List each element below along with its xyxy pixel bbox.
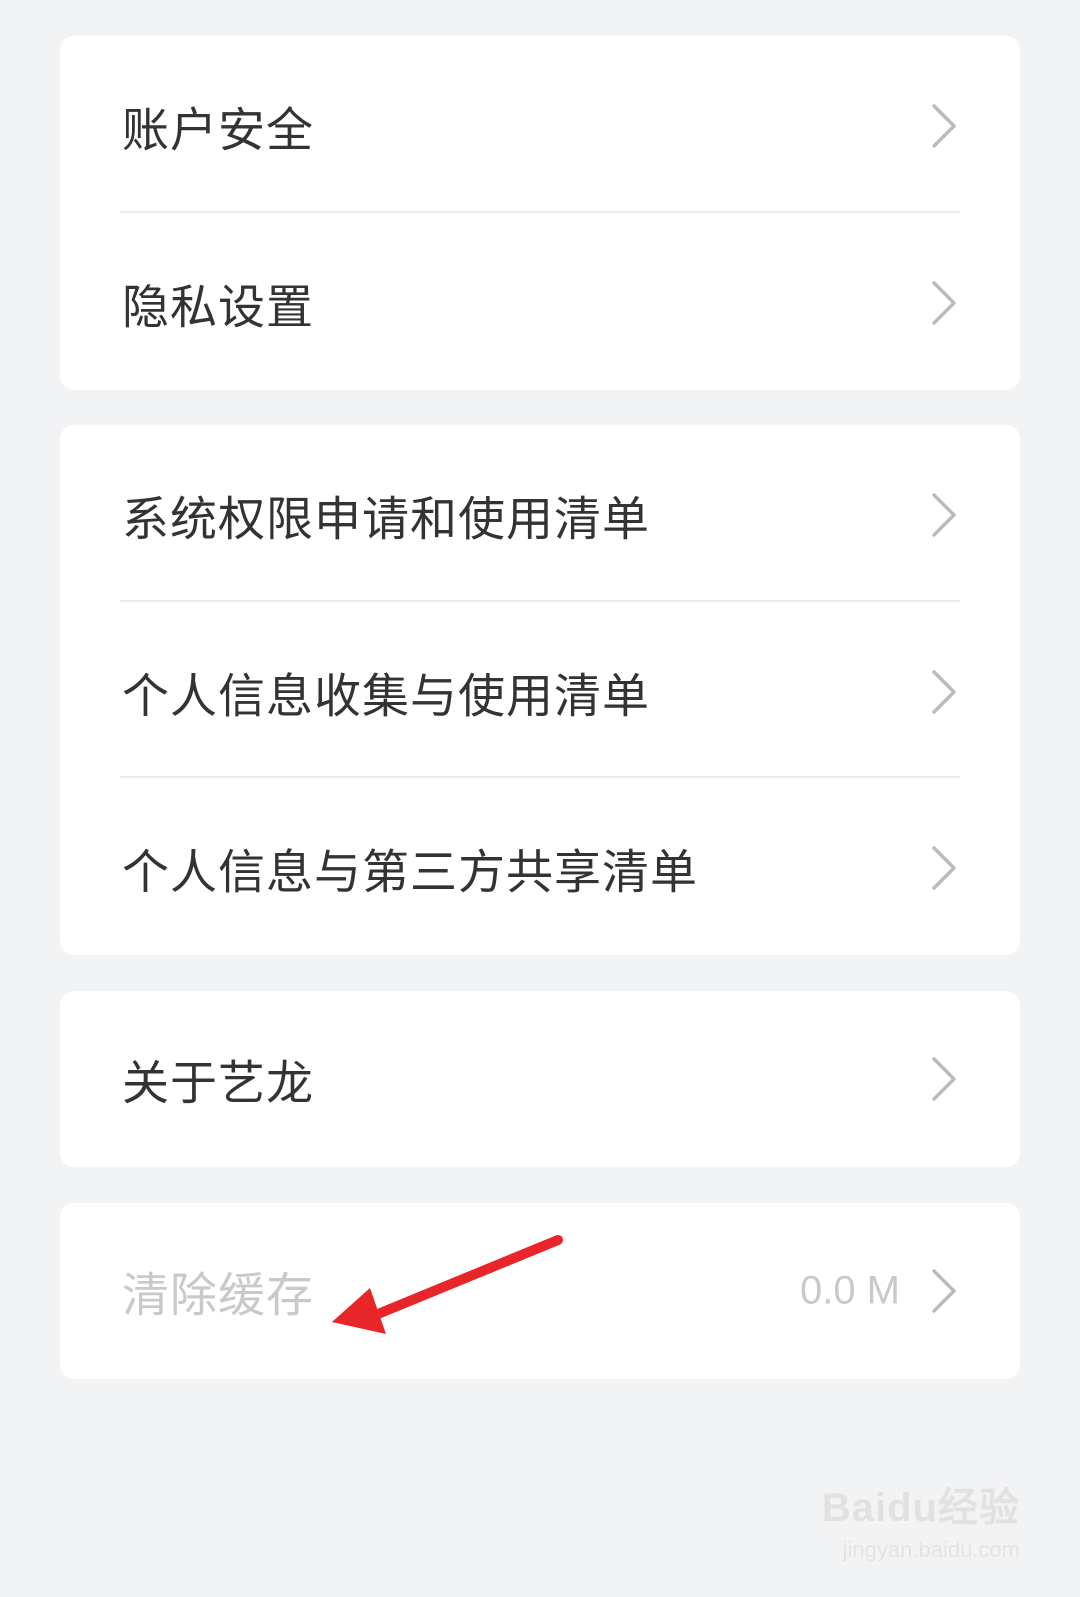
watermark-url: jingyan.baidu.com — [842, 1537, 1020, 1562]
baidu-jingyan-watermark: Baidu经验 jingyan.baidu.com — [820, 1475, 1020, 1563]
chevron-right-icon — [932, 281, 956, 325]
settings-item-about[interactable]: 关于艺龙 — [60, 991, 1020, 1167]
settings-item-label: 个人信息与第三方共享清单 — [122, 845, 698, 901]
settings-item-third-party-sharing-list[interactable]: 个人信息与第三方共享清单 — [60, 778, 1020, 955]
chevron-right-icon — [932, 493, 956, 537]
settings-item-label: 账户安全 — [122, 103, 314, 159]
settings-item-system-permission-list[interactable]: 系统权限申请和使用清单 — [60, 425, 1020, 605]
watermark-logo: Baidu经验 — [821, 1486, 1020, 1530]
red-arrow-annotation — [332, 1235, 563, 1334]
settings-item-label: 隐私设置 — [122, 280, 314, 336]
settings-item-label: 个人信息收集与使用清单 — [122, 669, 650, 725]
settings-item-personal-info-collection-list[interactable]: 个人信息收集与使用清单 — [60, 602, 1020, 782]
settings-item-label: 清除缓存 — [122, 1268, 314, 1324]
settings-group-security: 账户安全 隐私设置 — [60, 36, 1020, 390]
chevron-right-icon — [932, 846, 956, 890]
chevron-right-icon — [932, 1269, 956, 1313]
chevron-right-icon — [932, 104, 956, 148]
settings-item-account-security[interactable]: 账户安全 — [60, 36, 1020, 216]
settings-group-about: 关于艺龙 — [60, 991, 1020, 1167]
settings-item-label: 系统权限申请和使用清单 — [122, 492, 650, 548]
cache-size-value: 0.0 M — [799, 1268, 900, 1313]
chevron-right-icon — [932, 1057, 956, 1101]
chevron-right-icon — [932, 670, 956, 714]
settings-item-privacy-settings[interactable]: 隐私设置 — [60, 213, 1020, 390]
settings-group-privacy-lists: 系统权限申请和使用清单 个人信息收集与使用清单 个人信息与第三方共享清单 — [60, 425, 1020, 955]
settings-item-label: 关于艺龙 — [122, 1056, 314, 1112]
